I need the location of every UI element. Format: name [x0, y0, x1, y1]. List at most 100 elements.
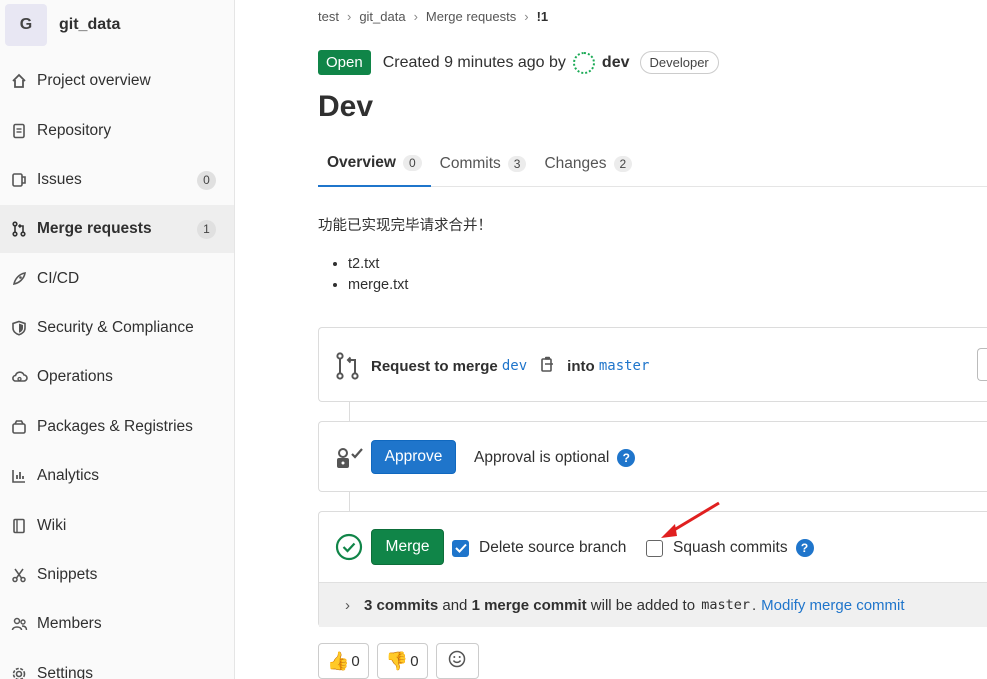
breadcrumb-item[interactable]: git_data [359, 9, 405, 24]
list-item: t2.txt [348, 256, 408, 272]
users-icon [10, 615, 28, 633]
tab-count: 2 [613, 155, 633, 172]
rocket-icon [10, 270, 28, 288]
sidebar-item-settings[interactable]: Settings [0, 650, 234, 679]
status-badge: Open [318, 50, 371, 75]
breadcrumb-item[interactable]: Merge requests [426, 9, 516, 24]
mr-tabs: Overview 0 Commits 3 Changes 2 [318, 140, 987, 187]
widget-connector [349, 402, 350, 421]
copy-icon[interactable] [541, 356, 555, 376]
sidebar-item-members[interactable]: Members [0, 600, 234, 648]
commit-summary-bar: › 3 commits and 1 merge commit will be a… [319, 582, 987, 627]
doc-icon [10, 122, 28, 140]
scissors-icon [10, 566, 28, 584]
smiley-icon [448, 650, 466, 672]
sidebar-item-label: CI/CD [37, 270, 80, 287]
chevron-right-icon[interactable]: › [345, 597, 350, 614]
book-icon [10, 517, 28, 535]
request-to-merge-text: Request to merge dev into master [371, 356, 649, 376]
chevron-right-icon: › [524, 9, 529, 24]
sidebar-item-label: Wiki [37, 517, 67, 534]
merge-request-icon [10, 220, 28, 238]
tab-overview[interactable]: Overview 0 [318, 140, 431, 187]
source-branch-link[interactable]: dev [502, 358, 527, 374]
home-icon [10, 72, 28, 90]
check-circle-icon [335, 533, 363, 565]
chevron-right-icon: › [413, 9, 418, 24]
merge-requests-count-badge: 1 [197, 219, 216, 239]
tab-commits[interactable]: Commits 3 [431, 140, 536, 187]
sidebar-item-wiki[interactable]: Wiki [0, 502, 234, 550]
project-header[interactable]: G git_data [0, 0, 234, 50]
package-icon [10, 418, 28, 436]
tab-label: Changes [544, 154, 607, 172]
thumbs-down-button[interactable]: 👎 0 [376, 643, 428, 679]
sidebar-item-label: Repository [37, 122, 112, 139]
merge-request-source-widget: Request to merge dev into master [318, 327, 987, 402]
merge-request-icon [335, 352, 361, 384]
thumbs-up-button[interactable]: 👍 0 [318, 643, 369, 679]
approve-button[interactable]: Approve [371, 440, 456, 474]
sidebar: G git_data Project overview Repository I… [0, 0, 235, 679]
merge-widget: Merge Delete source branch Squash commit… [318, 511, 987, 627]
sidebar-item-label: Merge requests [37, 220, 152, 237]
project-name[interactable]: git_data [59, 16, 120, 34]
annotation-arrow-icon [661, 501, 720, 538]
sidebar-item-issues[interactable]: Issues 0 [0, 156, 234, 204]
merge-commit-text: 1 merge commit [471, 596, 587, 614]
sidebar-item-snippets[interactable]: Snippets [0, 551, 234, 599]
thumbs-up-count: 0 [351, 652, 360, 670]
sidebar-item-project-overview[interactable]: Project overview [0, 57, 234, 105]
chart-icon [10, 467, 28, 485]
merge-button[interactable]: Merge [371, 529, 444, 565]
sidebar-item-repository[interactable]: Repository [0, 107, 234, 155]
sidebar-item-security[interactable]: Security & Compliance [0, 304, 234, 352]
file-list: t2.txt merge.txt [333, 256, 408, 298]
chevron-right-icon: › [346, 9, 352, 24]
target-branch-link[interactable]: master [599, 358, 650, 374]
widget-connector [349, 492, 350, 511]
sidebar-item-label: Snippets [37, 566, 98, 583]
add-reaction-button[interactable] [435, 643, 479, 679]
sidebar-item-ci-cd[interactable]: CI/CD [0, 255, 234, 303]
tab-count: 0 [402, 154, 422, 171]
approval-text: Approval is optional ? [474, 449, 636, 467]
merge-controls: Merge Delete source branch Squash commit… [319, 512, 987, 582]
thumbs-up-icon: 👍 [327, 650, 350, 671]
help-icon[interactable]: ? [795, 539, 814, 557]
approval-lock-icon [335, 446, 365, 474]
thumbs-down-count: 0 [410, 652, 419, 670]
approval-widget: Approve Approval is optional ? [318, 421, 987, 492]
help-icon[interactable]: ? [617, 449, 636, 467]
delete-source-branch-checkbox[interactable]: Delete source branch [452, 539, 626, 557]
commits-count-text: 3 commits [364, 596, 439, 614]
tab-changes[interactable]: Changes 2 [535, 140, 641, 187]
dropdown-button[interactable] [977, 348, 987, 381]
role-badge: Developer [639, 51, 719, 74]
period-text: . [752, 596, 757, 614]
sidebar-item-operations[interactable]: Operations [0, 353, 234, 401]
approval-label: Approval is optional [474, 449, 610, 466]
reactions-bar: 👍 0 👎 0 [318, 643, 479, 679]
sidebar-item-analytics[interactable]: Analytics [0, 452, 234, 500]
sidebar-item-label: Analytics [37, 467, 100, 484]
avatar[interactable] [572, 51, 595, 74]
sidebar-item-label: Security & Compliance [37, 319, 194, 336]
sidebar-item-merge-requests[interactable]: Merge requests 1 [0, 205, 234, 253]
breadcrumb-item-current[interactable]: !1 [537, 9, 549, 24]
target-branch-name: master [701, 597, 750, 613]
sidebar-item-packages[interactable]: Packages & Registries [0, 403, 234, 451]
tab-label: Overview [327, 153, 396, 171]
sidebar-item-label: Operations [37, 368, 113, 385]
checkbox-checked-icon[interactable] [452, 539, 469, 557]
author-link[interactable]: dev [602, 54, 630, 72]
list-item: merge.txt [348, 277, 408, 293]
sidebar-item-label: Settings [37, 665, 94, 679]
modify-merge-commit-link[interactable]: Modify merge commit [761, 597, 904, 614]
breadcrumb-item[interactable]: test [318, 9, 339, 24]
mr-description: 功能已实现完毕请求合并！ [318, 218, 492, 234]
request-prefix: Request to merge [371, 357, 498, 375]
issues-icon [10, 171, 28, 189]
and-text: and [442, 596, 468, 614]
sidebar-item-label: Packages & Registries [37, 418, 193, 435]
